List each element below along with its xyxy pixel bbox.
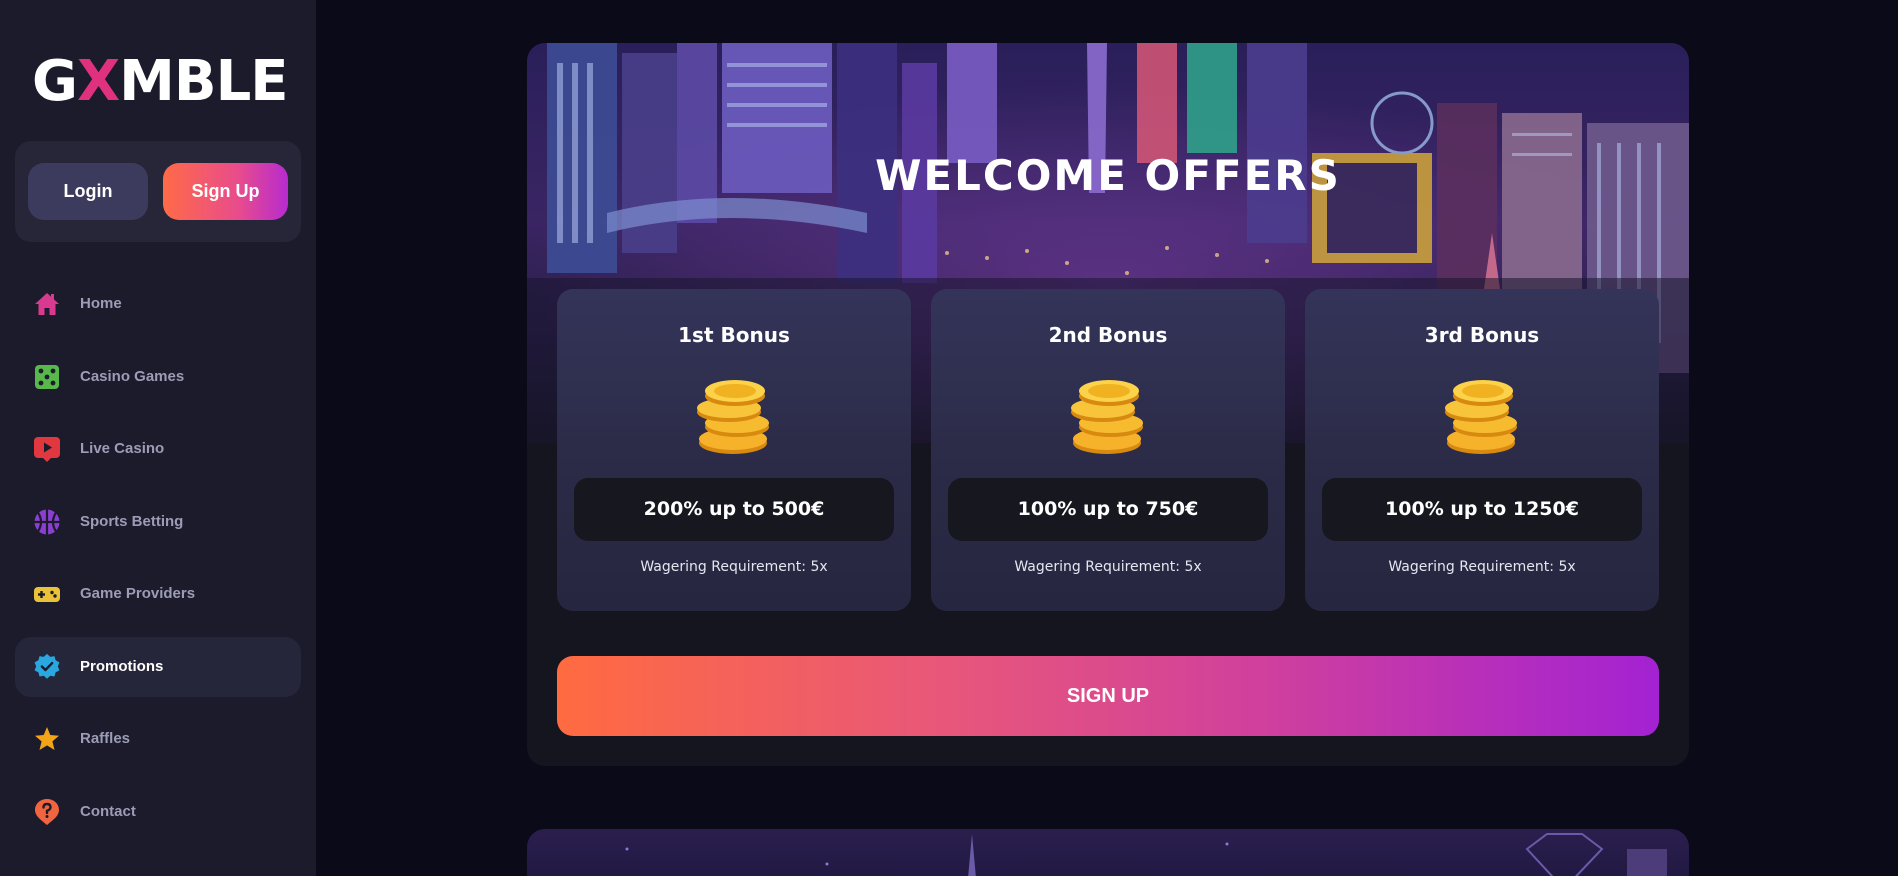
gold-coins-icon xyxy=(1071,380,1143,454)
dice-icon xyxy=(33,363,61,391)
bonus-title: 2nd Bonus xyxy=(1048,323,1168,347)
sidebar-item-home[interactable]: Home xyxy=(15,274,301,334)
welcome-offers-title: WELCOME OFFERS xyxy=(875,151,1341,200)
sidebar-item-label: Game Providers xyxy=(80,585,196,602)
basketball-icon xyxy=(33,508,61,536)
sidebar-item-raffles[interactable]: Raffles xyxy=(15,709,301,769)
verified-badge-icon xyxy=(33,653,61,681)
sidebar-item-label: Sports Betting xyxy=(80,513,184,530)
sidebar-item-label: Home xyxy=(80,295,122,312)
bonus-amount: 100% up to 1250€ xyxy=(1322,478,1642,541)
sign-up-button[interactable]: Sign Up xyxy=(163,163,288,220)
sidebar-item-contact[interactable]: Contact xyxy=(15,782,301,842)
wagering-requirement: Wagering Requirement: 5x xyxy=(1014,559,1202,575)
sidebar-item-label: Promotions xyxy=(80,658,164,675)
sign-up-cta-button[interactable]: SIGN UP xyxy=(557,656,1659,736)
next-card-background xyxy=(625,833,1667,876)
brand-logo[interactable]: GXMBLE xyxy=(32,52,289,112)
gold-coins-icon xyxy=(697,380,769,454)
bonus-title: 3rd Bonus xyxy=(1424,323,1540,347)
next-promo-card xyxy=(527,829,1689,876)
sidebar-item-live-casino[interactable]: Live Casino xyxy=(15,419,301,479)
gamepad-icon xyxy=(33,580,61,608)
bonus-amount: 100% up to 750€ xyxy=(948,478,1268,541)
sidebar-item-sports-betting[interactable]: Sports Betting xyxy=(15,492,301,552)
sidebar-item-label: Casino Games xyxy=(80,368,185,385)
star-icon xyxy=(33,725,61,753)
sidebar-item-game-providers[interactable]: Game Providers xyxy=(15,564,301,624)
bonus-card-2: 2nd Bonus 100% up to 750€ Wagering Requi… xyxy=(931,289,1285,611)
sidebar-item-label: Contact xyxy=(80,803,136,820)
sidebar-item-label: Raffles xyxy=(80,730,131,747)
wagering-requirement: Wagering Requirement: 5x xyxy=(1388,559,1576,575)
bonus-amount: 200% up to 500€ xyxy=(574,478,894,541)
help-bubble-icon xyxy=(33,798,61,826)
gold-coins-icon xyxy=(1445,380,1517,454)
sidebar-item-label: Live Casino xyxy=(80,440,165,457)
sidebar-item-promotions[interactable]: Promotions xyxy=(15,637,301,697)
wagering-requirement: Wagering Requirement: 5x xyxy=(640,559,828,575)
sidebar: GXMBLE Login Sign Up Home Casino Games L… xyxy=(0,0,316,876)
play-video-icon xyxy=(33,435,61,463)
bonus-card-3: 3rd Bonus 100% up to 1250€ Wagering Requ… xyxy=(1305,289,1659,611)
auth-box: Login Sign Up xyxy=(15,141,301,242)
bonus-title: 1st Bonus xyxy=(678,323,790,347)
bonus-card-1: 1st Bonus 200% up to 500€ Wagering Requi… xyxy=(557,289,911,611)
login-button[interactable]: Login xyxy=(28,163,148,220)
sidebar-item-casino-games[interactable]: Casino Games xyxy=(15,347,301,407)
welcome-offers-card: WELCOME OFFERS 1st Bonus 200% up to 500€… xyxy=(527,43,1689,766)
house-icon xyxy=(33,290,61,318)
